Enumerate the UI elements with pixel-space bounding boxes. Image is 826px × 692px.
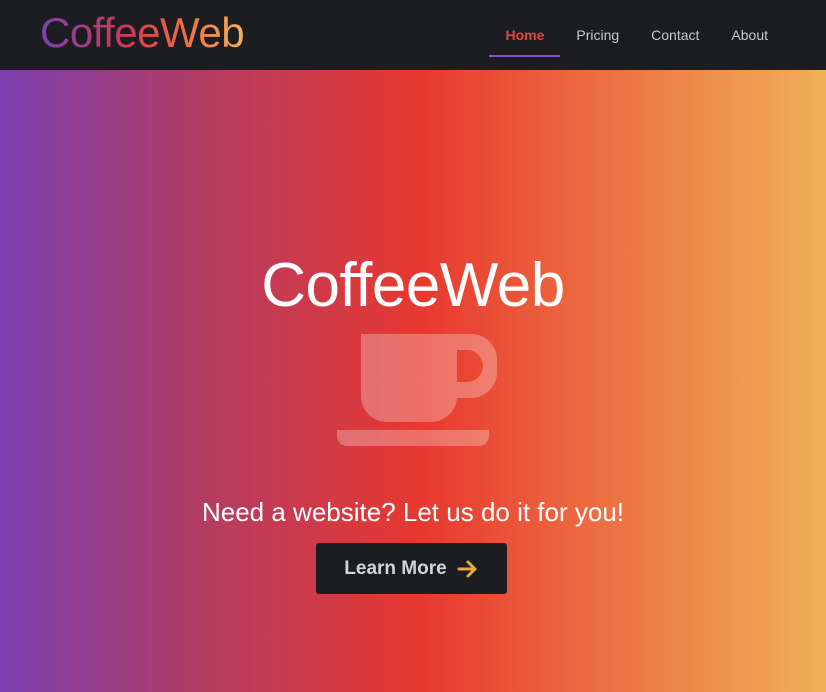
navbar: CoffeeWeb Home Pricing Contact About [0,0,826,70]
learn-more-label: Learn More [344,557,447,579]
page: CoffeeWeb Home Pricing Contact About Cof… [0,0,826,692]
arrow-right-icon [457,560,477,577]
nav-item-pricing[interactable]: Pricing [560,3,635,67]
hero-title: CoffeeWeb [261,251,565,320]
hero-section: CoffeeWeb Need a website? Let us do it f… [0,70,826,692]
main-nav: Home Pricing Contact About [489,0,784,70]
nav-item-contact[interactable]: Contact [635,3,715,67]
brand-logo[interactable]: CoffeeWeb [40,8,245,58]
coffee-cup-icon [337,334,497,446]
nav-item-about[interactable]: About [715,3,784,67]
hero-tagline: Need a website? Let us do it for you! [201,497,625,527]
learn-more-button[interactable]: Learn More [316,543,507,594]
nav-item-home[interactable]: Home [489,3,561,67]
